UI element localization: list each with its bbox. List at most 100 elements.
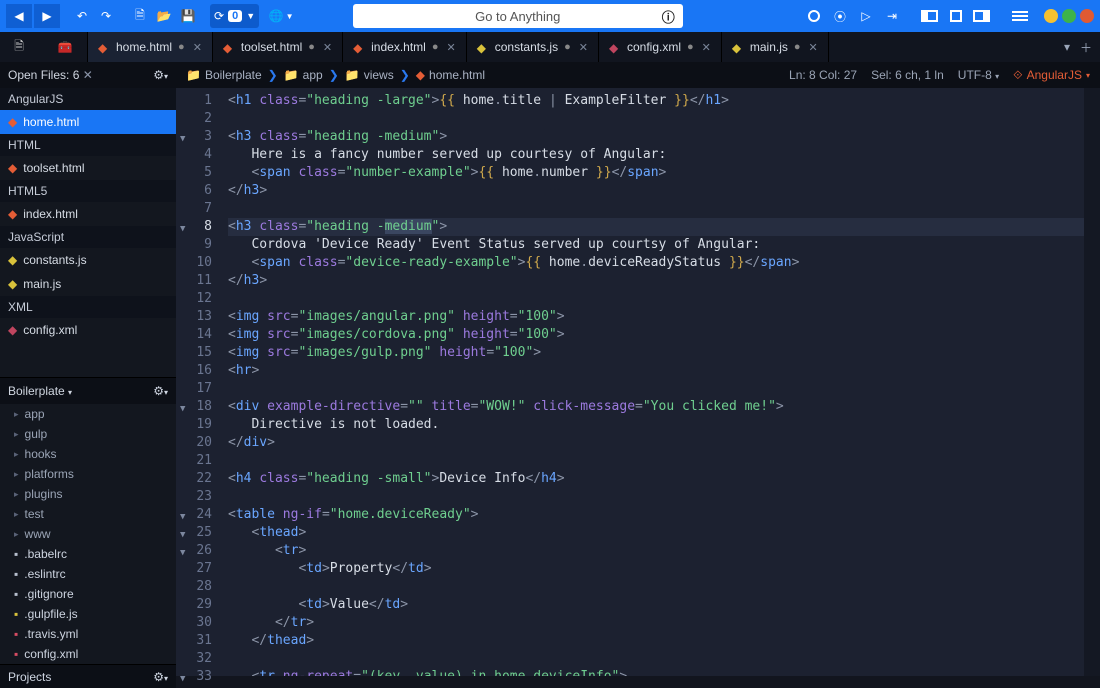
refresh-icon: ⟳ (214, 9, 224, 23)
tab-main-js[interactable]: ◆main.js●✕ (722, 32, 829, 62)
dirty-indicator: ● (794, 41, 801, 53)
close-tab-icon[interactable]: ✕ (809, 41, 818, 54)
breadcrumb-views[interactable]: 📁views (345, 68, 394, 82)
tab-label: constants.js (495, 40, 558, 54)
tree--travis-yml[interactable]: ▪.travis.yml (0, 624, 176, 644)
open-file-home-html[interactable]: ◆home.html (0, 110, 176, 134)
nav-buttons: ◀ ▶ (6, 4, 60, 28)
tree-config-xml[interactable]: ▪config.xml (0, 644, 176, 664)
close-tab-icon[interactable]: ✕ (702, 41, 711, 54)
category-JavaScript: JavaScript (0, 226, 176, 248)
search-input[interactable]: Go to Anything ⓘ (353, 4, 683, 28)
breadcrumb-app[interactable]: 📁app (284, 68, 323, 82)
category-XML: XML (0, 296, 176, 318)
breadcrumb-home-html[interactable]: ◆home.html (416, 68, 485, 82)
angular-icon: ⟐ (1013, 68, 1022, 83)
layout-bottom-button[interactable] (944, 4, 968, 28)
tab-home-html[interactable]: ◆home.html●✕ (88, 32, 213, 62)
open-file-toolset-html[interactable]: ◆toolset.html (0, 156, 176, 180)
redo-button[interactable]: ↷ (94, 4, 118, 28)
minimize-button[interactable] (1044, 9, 1058, 23)
close-tab-icon[interactable]: ✕ (579, 41, 588, 54)
horizontal-scrollbar[interactable] (176, 676, 1100, 688)
close-tab-icon[interactable]: ✕ (323, 41, 332, 54)
language-mode[interactable]: ⟐ AngularJS ▾ (1013, 68, 1090, 83)
tree-platforms[interactable]: ▸platforms (0, 464, 176, 484)
tab-list-button[interactable]: ▾ (1064, 40, 1070, 54)
tab-label: config.xml (627, 40, 681, 54)
close-button[interactable] (1080, 9, 1094, 23)
category-HTML5: HTML5 (0, 180, 176, 202)
tab-toolset-html[interactable]: ◆toolset.html●✕ (213, 32, 343, 62)
open-file-button[interactable]: 📂 (152, 4, 176, 28)
line-gutter[interactable]: 12▼34567▼891011121314151617▼181920212223… (176, 88, 222, 676)
tab-constants-js[interactable]: ◆constants.js●✕ (467, 32, 599, 62)
step-button[interactable]: ⇥ (880, 4, 904, 28)
ic-html-icon: ◆ (416, 68, 425, 82)
selection-info: Sel: 6 ch, 1 ln (871, 68, 944, 82)
save-file-button[interactable]: 💾 (176, 4, 200, 28)
tree-hooks[interactable]: ▸hooks (0, 444, 176, 464)
back-button[interactable]: ◀ (6, 4, 32, 28)
tab-label: main.js (750, 40, 788, 54)
new-file-button[interactable]: 🗎 (128, 4, 152, 28)
chevron-right-icon: ▸ (14, 409, 19, 420)
folder-icon: 📁 (284, 68, 299, 82)
places-pane-icon[interactable]: 🗎 (14, 37, 24, 58)
chevron-right-icon: ▸ (14, 429, 19, 440)
toolbox-icon[interactable]: 🧰 (58, 40, 73, 54)
play-button[interactable]: ▷ (854, 4, 878, 28)
search-placeholder: Go to Anything (475, 9, 560, 24)
open-file-constants-js[interactable]: ◆constants.js (0, 248, 176, 272)
open-files-header: Open Files: 6 ✕ ⚙▾ (0, 62, 176, 88)
encoding[interactable]: UTF-8 ▾ (958, 68, 999, 82)
gear-icon[interactable]: ⚙▾ (153, 384, 168, 398)
close-tab-icon[interactable]: ✕ (193, 41, 202, 54)
undo-button[interactable]: ↶ (70, 4, 94, 28)
code-editor[interactable]: <h1 class="heading -large">{{ home.title… (222, 88, 1084, 676)
projects-footer[interactable]: Projects ⚙▾ (0, 664, 176, 688)
folder-icon: 📁 (345, 68, 360, 82)
close-panel-icon[interactable]: ✕ (83, 68, 93, 82)
menu-button[interactable] (1008, 4, 1032, 28)
tab-index-html[interactable]: ◆index.html●✕ (343, 32, 467, 62)
tree--babelrc[interactable]: ▪.babelrc (0, 544, 176, 564)
sync-button[interactable]: ⟳ 0 ▼ (210, 4, 259, 28)
record-button[interactable] (802, 4, 826, 28)
stop-button[interactable]: ⦿ (828, 4, 852, 28)
file-icon: ◆ (8, 207, 17, 221)
forward-button[interactable]: ▶ (34, 4, 60, 28)
dirty-indicator: ● (308, 41, 315, 53)
gear-icon[interactable]: ⚙▾ (153, 68, 168, 82)
window-controls (1044, 9, 1094, 23)
new-tab-button[interactable]: ＋ (1080, 39, 1092, 56)
file-icon: ◆ (8, 115, 17, 129)
maximize-button[interactable] (1062, 9, 1076, 23)
tab-label: home.html (116, 40, 172, 54)
tree-gulp[interactable]: ▸gulp (0, 424, 176, 444)
file-icon: ◆ (8, 323, 17, 337)
tree--gulpfile-js[interactable]: ▪.gulpfile.js (0, 604, 176, 624)
layout-right-button[interactable] (970, 4, 994, 28)
tree--gitignore[interactable]: ▪.gitignore (0, 584, 176, 604)
breadcrumb-sep: ❯ (329, 68, 339, 82)
cursor-position: Ln: 8 Col: 27 (789, 68, 857, 82)
breadcrumb-Boilerplate[interactable]: 📁Boilerplate (186, 68, 262, 82)
globe-button[interactable]: 🌐▼ (269, 4, 293, 28)
tree--eslintrc[interactable]: ▪.eslintrc (0, 564, 176, 584)
open-file-index-html[interactable]: ◆index.html (0, 202, 176, 226)
tree-plugins[interactable]: ▸plugins (0, 484, 176, 504)
gear-icon[interactable]: ⚙▾ (153, 670, 168, 684)
tab-config-xml[interactable]: ◆config.xml●✕ (599, 32, 722, 62)
open-file-main-js[interactable]: ◆main.js (0, 272, 176, 296)
close-tab-icon[interactable]: ✕ (447, 41, 456, 54)
open-file-config-xml[interactable]: ◆config.xml (0, 318, 176, 342)
folder-icon: 📁 (186, 68, 201, 82)
dirty-indicator: ● (687, 41, 694, 53)
minimap[interactable] (1084, 88, 1100, 676)
layout-left-button[interactable] (918, 4, 942, 28)
tree-app[interactable]: ▸app (0, 404, 176, 424)
tree-www[interactable]: ▸www (0, 524, 176, 544)
tree-test[interactable]: ▸test (0, 504, 176, 524)
project-header[interactable]: Boilerplate ▾ ⚙▾ (0, 378, 176, 404)
